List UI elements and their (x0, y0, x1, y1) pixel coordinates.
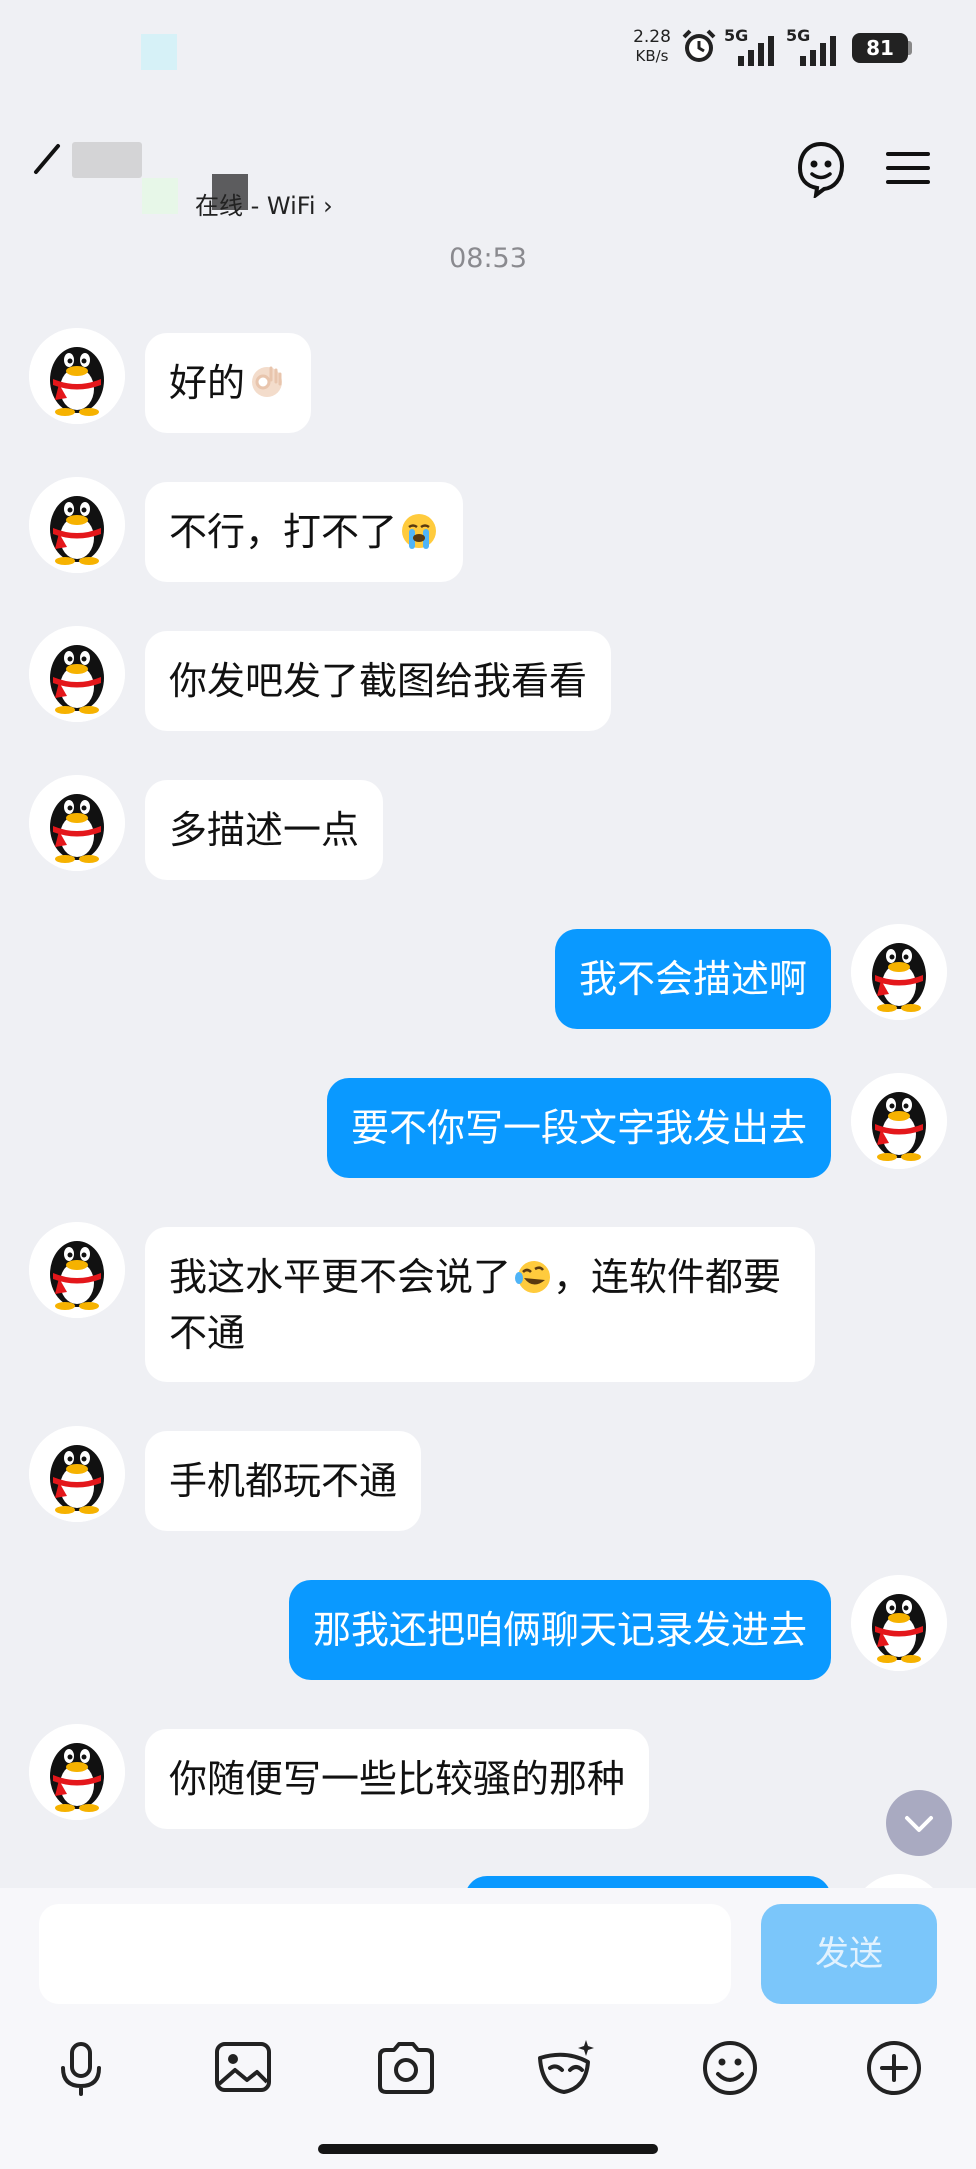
contact-avatar[interactable] (29, 1724, 125, 1820)
contact-name-redacted (72, 142, 142, 178)
message-bubble[interactable]: 不行，打不了 (145, 482, 464, 582)
message-text: 我不会描述啊 (578, 957, 807, 1001)
message-bubble[interactable]: 你发吧发了截图给我看看 (145, 631, 612, 731)
camera-icon[interactable] (370, 2032, 442, 2104)
alarm-icon (682, 29, 716, 62)
message-text: 不行，打不了 (169, 510, 398, 554)
send-button[interactable]: 发送 (761, 1904, 937, 2004)
message-bubble[interactable]: 我不会描述啊 (554, 929, 831, 1029)
message-input[interactable] (39, 1904, 731, 2004)
signal-1: 5G (724, 26, 780, 66)
menu-icon[interactable] (878, 138, 938, 198)
ok-hand-emoji (252, 366, 283, 397)
my-avatar[interactable] (851, 924, 947, 1020)
contact-avatar[interactable] (29, 626, 125, 722)
online-status[interactable]: 在线 - WiFi › (195, 186, 333, 221)
message-bubble[interactable]: 那我还把咱俩聊天记录发进去 (288, 1580, 831, 1680)
chat-header: 在线 - WiFi › (0, 100, 976, 230)
message-bubble[interactable]: 多描述一点 (145, 780, 384, 880)
message-text: 那我还把咱俩聊天记录发进去 (312, 1608, 807, 1652)
status-bar: 2.28 KB/s 5G 5G 81 (0, 0, 976, 100)
chat-screen: 2.28 KB/s 5G 5G 81 在线 - WiFi › 08:53 好的 … (0, 0, 976, 2169)
back-icon[interactable] (30, 138, 70, 178)
laugh-cry-emoji (515, 1261, 551, 1293)
battery-tip (908, 41, 912, 55)
emoji-icon[interactable] (694, 2032, 766, 2104)
message-text: 我这水平更不会说了 (169, 1255, 512, 1299)
my-avatar[interactable] (851, 1575, 947, 1671)
blurred-notification (141, 34, 177, 70)
message-text: 你随便写一些比较骚的那种 (169, 1757, 626, 1801)
contact-avatar[interactable] (29, 1426, 125, 1522)
message-text: 手机都玩不通 (169, 1459, 398, 1503)
network-speed-unit: KB/s (635, 47, 669, 65)
message-timestamp: 08:53 (449, 243, 527, 274)
microphone-icon[interactable] (45, 2032, 117, 2104)
message-bubble[interactable]: 好的 (145, 333, 312, 433)
contact-avatar[interactable] (29, 328, 125, 424)
composer: 发送 (0, 1888, 976, 2169)
redacted-block (142, 178, 178, 214)
message-bubble[interactable]: 手机都玩不通 (145, 1431, 422, 1531)
signal-2: 5G (786, 26, 842, 66)
network-speed: 2.28 KB/s (628, 28, 676, 66)
signal-bars-icon (738, 36, 774, 66)
mask-icon[interactable] (530, 2032, 602, 2104)
message-bubble[interactable]: 你随便写一些比较骚的那种 (145, 1729, 650, 1829)
message-text: 要不你写一段文字我发出去 (350, 1106, 807, 1150)
home-indicator[interactable] (318, 2144, 658, 2154)
contact-avatar[interactable] (29, 775, 125, 871)
signal-bars-icon (800, 36, 836, 66)
chevron-down-icon (905, 1816, 933, 1832)
mascot-face-icon[interactable] (790, 138, 850, 198)
contact-avatar[interactable] (29, 1222, 125, 1318)
message-text: 多描述一点 (169, 808, 360, 852)
contact-avatar[interactable] (29, 477, 125, 573)
my-avatar[interactable] (851, 1073, 947, 1169)
battery-level: 81 (852, 33, 908, 63)
message-bubble[interactable]: 要不你写一段文字我发出去 (326, 1078, 831, 1178)
message-bubble[interactable]: 我这水平更不会说了 ，连软件都要不通 (145, 1227, 815, 1382)
network-speed-value: 2.28 (633, 27, 671, 47)
image-icon[interactable] (207, 2032, 279, 2104)
message-text: 好的 (169, 361, 246, 405)
message-text: 你发吧发了截图给我看看 (169, 659, 588, 703)
plus-icon[interactable] (858, 2032, 930, 2104)
scroll-to-bottom-button[interactable] (886, 1790, 952, 1856)
crying-emoji (402, 514, 437, 549)
